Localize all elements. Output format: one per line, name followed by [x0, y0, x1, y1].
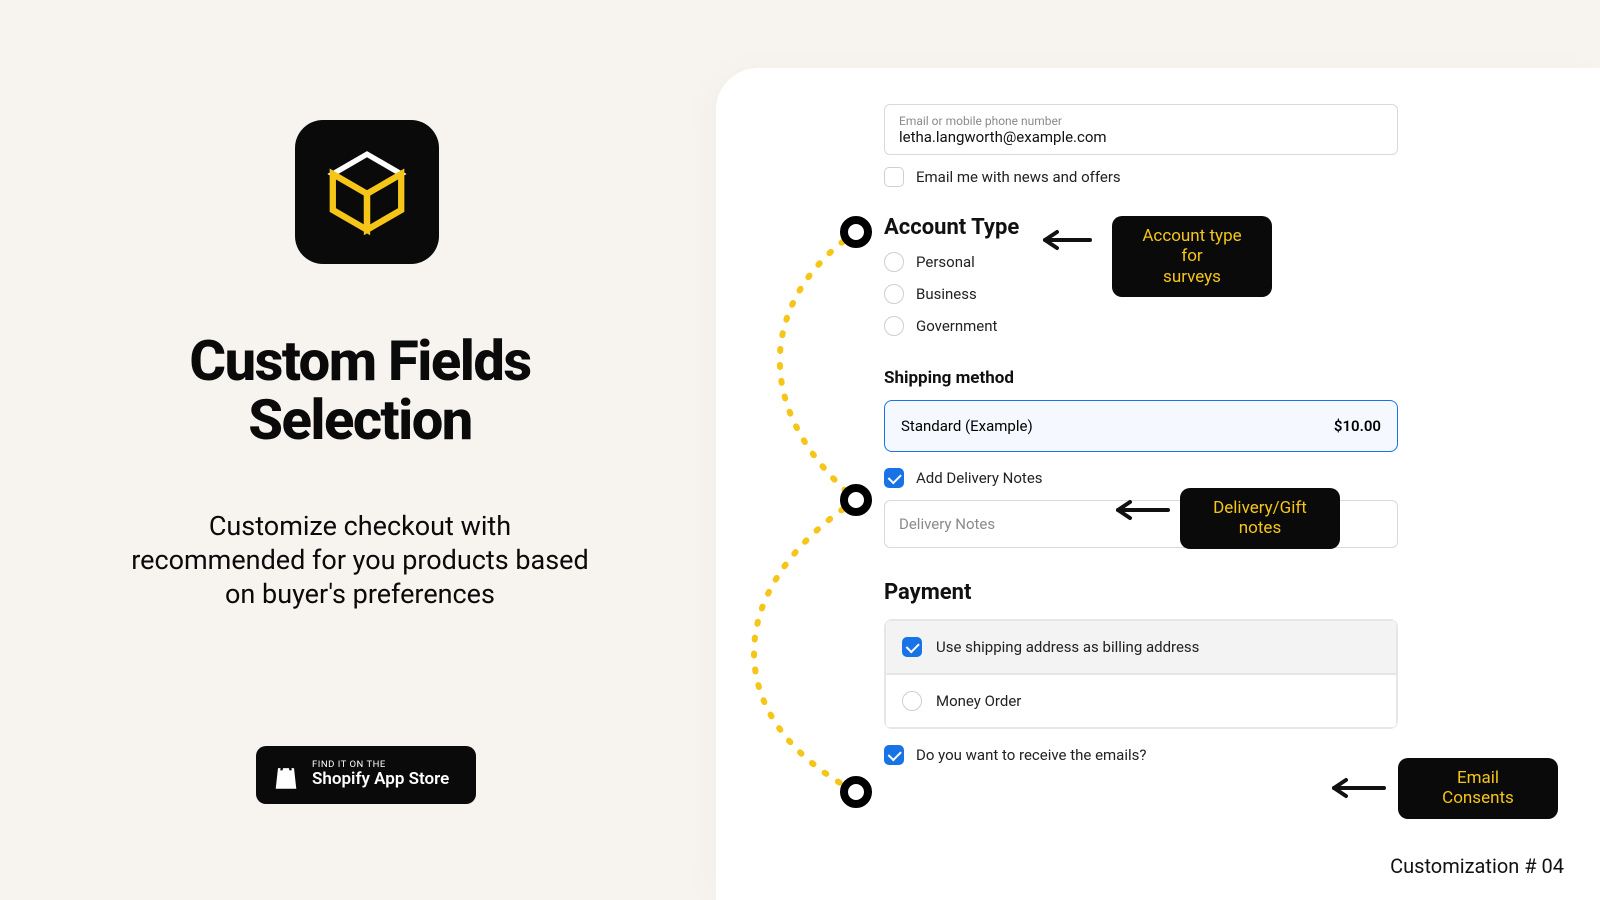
headline-line2: Selection	[248, 387, 472, 453]
badge-main: Shopify App Store	[312, 770, 449, 790]
billing-same-checkbox[interactable]	[902, 637, 922, 657]
account-label-government: Government	[916, 317, 997, 335]
emails-consent-checkbox[interactable]	[884, 745, 904, 765]
billing-same-label: Use shipping address as billing address	[936, 638, 1199, 656]
account-label-business: Business	[916, 285, 977, 303]
emails-consent-label: Do you want to receive the emails?	[916, 746, 1146, 764]
callout-email-line1: Email	[1457, 768, 1499, 788]
shopify-bag-icon	[272, 759, 300, 791]
money-order-radio[interactable]	[902, 691, 922, 711]
callout-account-type: Account type for surveys	[1112, 216, 1272, 297]
delivery-notes-checkbox[interactable]	[884, 468, 904, 488]
bullet-delivery-notes	[840, 484, 872, 516]
account-radio-business[interactable]	[884, 284, 904, 304]
callout-email-line2: Consents	[1442, 788, 1514, 808]
account-label-personal: Personal	[916, 253, 975, 271]
caption-customization-number: Customization # 04	[1390, 854, 1564, 878]
email-field[interactable]: Email or mobile phone number letha.langw…	[884, 104, 1398, 155]
page-title: Custom Fields Selection	[80, 332, 640, 450]
payment-option-money-order[interactable]: Money Order	[885, 674, 1397, 728]
callout-email: Email Consents	[1398, 758, 1558, 819]
page-subhead: Customize checkout with recommended for …	[120, 510, 600, 611]
news-label: Email me with news and offers	[916, 168, 1121, 186]
email-label: Email or mobile phone number	[899, 114, 1383, 128]
news-checkbox[interactable]	[884, 167, 904, 187]
bullet-account-type	[840, 216, 872, 248]
delivery-notes-label: Add Delivery Notes	[916, 469, 1043, 487]
app-icon	[295, 120, 439, 264]
shopify-app-store-badge[interactable]: FIND IT ON THE Shopify App Store	[256, 746, 476, 804]
shipping-option-standard[interactable]: Standard (Example) $10.00	[884, 400, 1398, 452]
shipping-price: $10.00	[1334, 417, 1381, 435]
email-value: letha.langworth@example.com	[899, 128, 1383, 146]
cube-icon	[322, 147, 412, 237]
callout-account-line1: Account type for	[1142, 226, 1241, 266]
payment-heading: Payment	[884, 580, 1398, 605]
account-radio-government[interactable]	[884, 316, 904, 336]
callout-account-line2: surveys	[1163, 267, 1221, 287]
payment-option-same-billing[interactable]: Use shipping address as billing address	[885, 620, 1397, 674]
callout-delivery-line2: notes	[1239, 518, 1281, 538]
money-order-label: Money Order	[936, 692, 1021, 710]
account-radio-personal[interactable]	[884, 252, 904, 272]
headline-line1: Custom Fields	[189, 328, 530, 394]
shipping-name: Standard (Example)	[901, 417, 1033, 435]
bullet-email-consent	[840, 776, 872, 808]
shipping-heading: Shipping method	[884, 368, 1398, 388]
callout-delivery-line1: Delivery/Gift	[1213, 498, 1307, 518]
callout-delivery: Delivery/Gift notes	[1180, 488, 1340, 549]
